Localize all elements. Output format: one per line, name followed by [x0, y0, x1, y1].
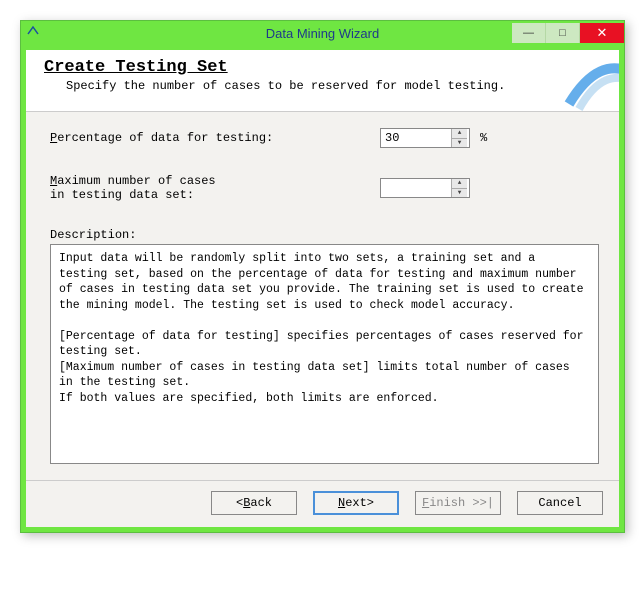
percentage-label: Percentage of data for testing: [50, 131, 380, 145]
percentage-up-icon[interactable]: ▲ [452, 129, 467, 139]
page-subtitle: Specify the number of cases to be reserv… [66, 79, 605, 93]
wizard-header: Create Testing Set Specify the number of… [26, 50, 619, 112]
percentage-spinner[interactable]: ▲ ▼ [380, 128, 470, 148]
maxcases-down-icon[interactable]: ▼ [452, 189, 467, 198]
maxcases-label: Maximum number of cases in testing data … [50, 174, 380, 202]
cancel-button[interactable]: Cancel [517, 491, 603, 515]
back-button[interactable]: < Back [211, 491, 297, 515]
percentage-row: Percentage of data for testing: ▲ ▼ % [50, 128, 599, 148]
percentage-down-icon[interactable]: ▼ [452, 139, 467, 148]
minimize-button[interactable]: — [512, 23, 546, 43]
maxcases-input[interactable] [381, 179, 451, 197]
window-frame: Create Testing Set Specify the number of… [21, 45, 624, 532]
title-bar: Data Mining Wizard — □ ✕ [21, 21, 624, 45]
app-icon [21, 24, 45, 42]
window-controls: — □ ✕ [512, 23, 624, 43]
percentage-unit: % [480, 131, 487, 145]
maxcases-up-icon[interactable]: ▲ [452, 179, 467, 189]
wizard-content: Percentage of data for testing: ▲ ▼ % Ma… [26, 112, 619, 480]
description-label: Description: [50, 228, 599, 242]
wizard-window: Data Mining Wizard — □ ✕ Create Testing … [20, 20, 625, 533]
page-title: Create Testing Set [44, 58, 605, 77]
maximize-button[interactable]: □ [546, 23, 580, 43]
wizard-graphic-icon [559, 50, 619, 112]
maxcases-spinner[interactable]: ▲ ▼ [380, 178, 470, 198]
maxcases-row: Maximum number of cases in testing data … [50, 174, 599, 202]
close-button[interactable]: ✕ [580, 23, 624, 43]
percentage-input[interactable] [381, 129, 451, 147]
button-bar: < Back Next > Finish >>| Cancel [26, 480, 619, 527]
finish-button[interactable]: Finish >>| [415, 491, 501, 515]
next-button[interactable]: Next > [313, 491, 399, 515]
description-textbox[interactable]: Input data will be randomly split into t… [50, 244, 599, 464]
